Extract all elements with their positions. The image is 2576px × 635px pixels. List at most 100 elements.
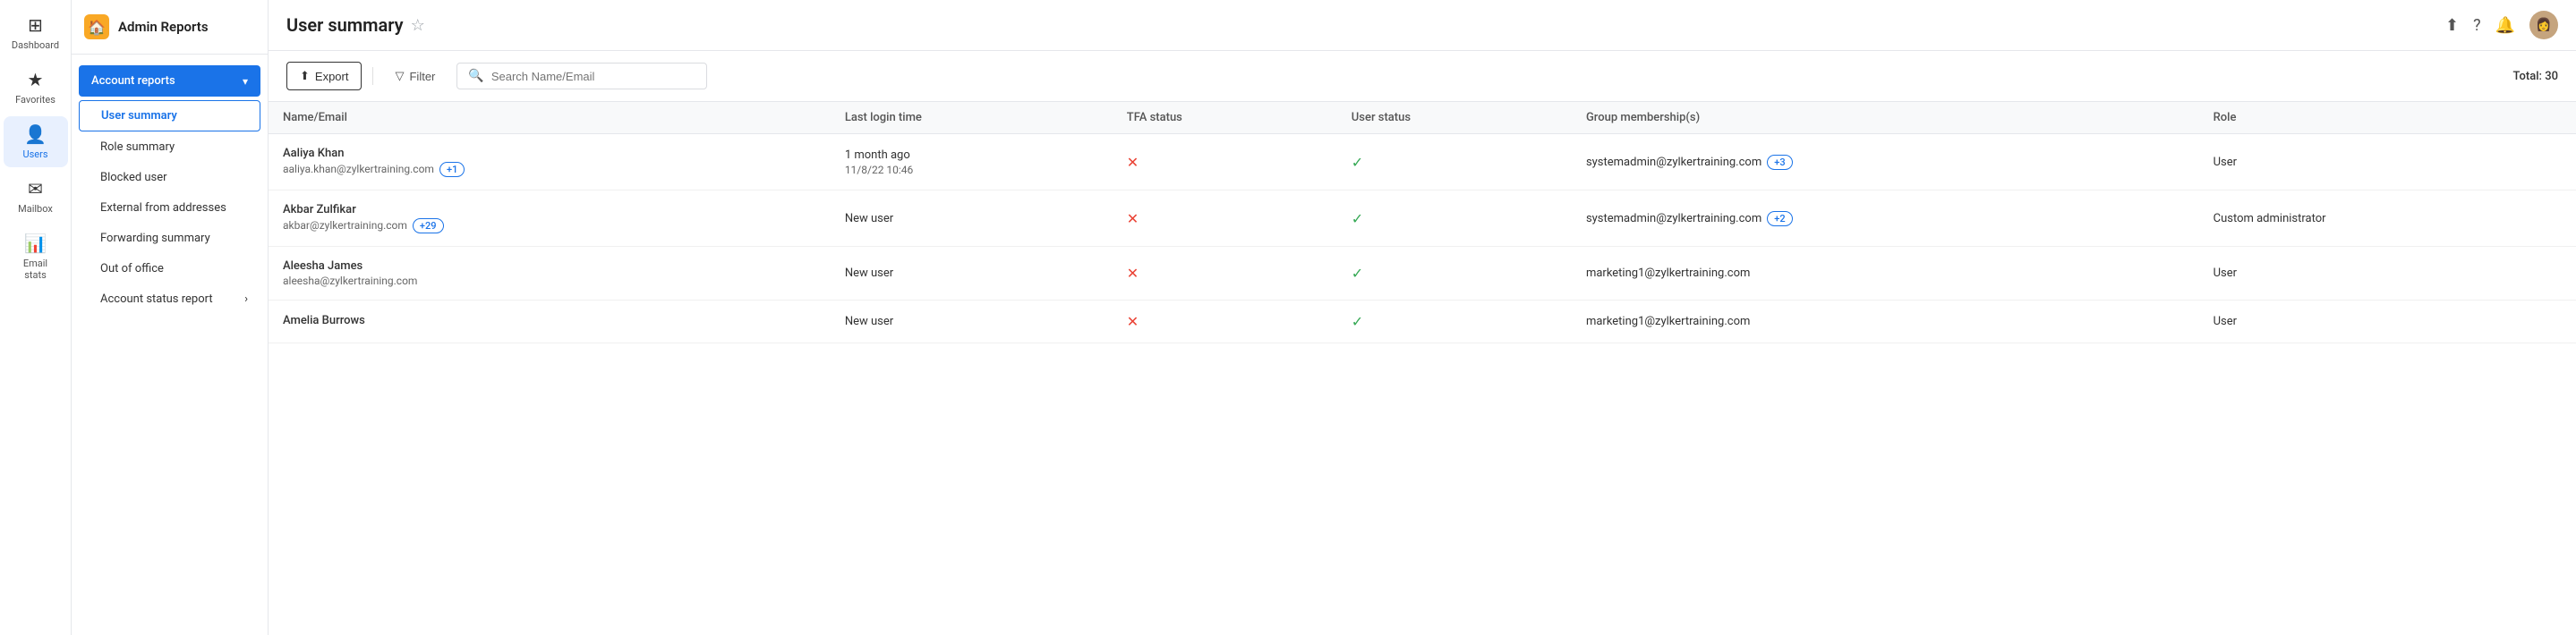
emailstats-label: Email stats <box>14 258 57 281</box>
top-bar-left: User summary ☆ <box>286 14 425 36</box>
search-icon: 🔍 <box>468 69 483 83</box>
table-body: Aaliya Khan aaliya.khan@zylkertraining.c… <box>269 134 2576 343</box>
notifications-icon[interactable]: 🔔 <box>2495 16 2515 35</box>
email-badge[interactable]: +29 <box>413 218 444 233</box>
tfa-cross-icon: ✕ <box>1127 154 1139 171</box>
menu-item-role-summary[interactable]: Role summary <box>79 132 260 162</box>
mailbox-icon: ✉ <box>28 178 43 199</box>
user-name: Aaliya Khan <box>283 147 816 160</box>
export-button[interactable]: ⬆ Export <box>286 62 362 90</box>
group-membership-cell: systemadmin@zylkertraining.com+2 <box>1572 190 2199 247</box>
col-tfa: TFA status <box>1113 102 1337 134</box>
favorites-label: Favorites <box>15 94 55 106</box>
favorite-star-icon[interactable]: ☆ <box>411 16 425 35</box>
group-name: marketing1@zylkertraining.com <box>1586 267 1750 280</box>
user-status-cell: ✓ <box>1337 134 1572 190</box>
account-reports-header[interactable]: Account reports ▾ <box>79 65 260 97</box>
email-badge[interactable]: +1 <box>439 162 465 177</box>
search-input[interactable] <box>491 70 696 83</box>
tfa-status-cell: ✕ <box>1113 301 1337 343</box>
emailstats-icon: 📊 <box>24 233 47 254</box>
user-status-cell: ✓ <box>1337 301 1572 343</box>
toolbar: ⬆ Export ▽ Filter 🔍 Total: 30 <box>269 51 2576 102</box>
account-reports-label: Account reports <box>91 74 175 88</box>
role-cell: User <box>2199 247 2576 301</box>
total-count: Total: 30 <box>2512 70 2558 83</box>
export-icon: ⬆ <box>300 69 310 83</box>
tfa-status-cell: ✕ <box>1113 190 1337 247</box>
user-summary-table: Name/Email Last login time TFA status Us… <box>269 102 2576 343</box>
name-email-cell: Aleesha James aleesha@zylkertraining.com <box>269 247 831 301</box>
name-email-cell: Aaliya Khan aaliya.khan@zylkertraining.c… <box>269 134 831 190</box>
user-name: Akbar Zulfikar <box>283 203 816 216</box>
menu-item-account-status[interactable]: Account status report › <box>79 284 260 314</box>
col-role: Role <box>2199 102 2576 134</box>
login-time: New user <box>845 267 1098 280</box>
group-badge[interactable]: +2 <box>1767 211 1792 226</box>
avatar[interactable]: 👩 <box>2529 11 2558 39</box>
filter-button[interactable]: ▽ Filter <box>384 63 446 89</box>
filter-icon: ▽ <box>395 69 404 83</box>
last-login-cell: 1 month ago11/8/22 10:46 <box>831 134 1113 190</box>
table-row: Aleesha James aleesha@zylkertraining.com… <box>269 247 2576 301</box>
toolbar-divider <box>372 67 373 85</box>
col-group-membership: Group membership(s) <box>1572 102 2199 134</box>
menu-item-forwarding-summary[interactable]: Forwarding summary <box>79 224 260 253</box>
chevron-right-icon: › <box>244 292 248 306</box>
user-status-cell: ✓ <box>1337 247 1572 301</box>
top-bar: User summary ☆ ⬆ ? 🔔 👩 <box>269 0 2576 51</box>
tfa-cross-icon: ✕ <box>1127 313 1139 330</box>
tfa-status-cell: ✕ <box>1113 134 1337 190</box>
user-name: Amelia Burrows <box>283 314 816 327</box>
group-badge[interactable]: +3 <box>1767 155 1792 170</box>
user-email: aleesha@zylkertraining.com <box>283 275 816 287</box>
sidebar-item-dashboard[interactable]: ⊞ Dashboard <box>4 7 68 58</box>
top-bar-right: ⬆ ? 🔔 👩 <box>2445 11 2558 39</box>
app-header: 🏠 Admin Reports <box>72 0 268 55</box>
status-check-icon: ✓ <box>1352 265 1363 282</box>
dashboard-label: Dashboard <box>12 39 59 51</box>
group-name: systemadmin@zylkertraining.com+3 <box>1586 156 1793 169</box>
last-login-cell: New user <box>831 190 1113 247</box>
col-user-status: User status <box>1337 102 1572 134</box>
table-header: Name/Email Last login time TFA status Us… <box>269 102 2576 134</box>
search-box[interactable]: 🔍 <box>456 63 707 89</box>
menu-item-blocked-user[interactable]: Blocked user <box>79 163 260 192</box>
last-login-cell: New user <box>831 247 1113 301</box>
menu-item-external-from[interactable]: External from addresses <box>79 193 260 223</box>
role-cell: Custom administrator <box>2199 190 2576 247</box>
user-email: aaliya.khan@zylkertraining.com+1 <box>283 162 816 177</box>
upload-icon[interactable]: ⬆ <box>2445 16 2459 35</box>
mailbox-label: Mailbox <box>18 203 53 215</box>
help-icon[interactable]: ? <box>2473 16 2481 35</box>
left-navigation: ⊞ Dashboard ★ Favorites 👤 Users ✉ Mailbo… <box>0 0 72 635</box>
group-membership-cell: marketing1@zylkertraining.com <box>1572 247 2199 301</box>
chevron-down-icon: ▾ <box>243 75 248 88</box>
user-name: Aleesha James <box>283 259 816 273</box>
menu-item-user-summary[interactable]: User summary <box>79 100 260 131</box>
menu-item-out-of-office[interactable]: Out of office <box>79 254 260 284</box>
users-label: Users <box>22 148 47 160</box>
sidebar-item-emailstats[interactable]: 📊 Email stats <box>4 225 68 288</box>
second-sidebar: 🏠 Admin Reports Account reports ▾ User s… <box>72 0 269 635</box>
tfa-status-cell: ✕ <box>1113 247 1337 301</box>
page-title: User summary <box>286 14 404 36</box>
users-icon: 👤 <box>24 123 47 145</box>
group-name: systemadmin@zylkertraining.com+2 <box>1586 212 1793 225</box>
sidebar-item-mailbox[interactable]: ✉ Mailbox <box>4 171 68 222</box>
status-check-icon: ✓ <box>1352 154 1363 171</box>
sidebar-item-favorites[interactable]: ★ Favorites <box>4 62 68 113</box>
table-row: Amelia Burrows New user✕✓marketing1@zylk… <box>269 301 2576 343</box>
favorites-icon: ★ <box>28 69 44 90</box>
col-name-email: Name/Email <box>269 102 831 134</box>
group-membership-cell: systemadmin@zylkertraining.com+3 <box>1572 134 2199 190</box>
tfa-cross-icon: ✕ <box>1127 265 1139 282</box>
last-login-cell: New user <box>831 301 1113 343</box>
app-icon: 🏠 <box>84 14 109 39</box>
sidebar-item-users[interactable]: 👤 Users <box>4 116 68 167</box>
login-time: 1 month ago <box>845 148 1098 162</box>
status-check-icon: ✓ <box>1352 210 1363 227</box>
menu-section: Account reports ▾ User summary Role summ… <box>72 55 268 323</box>
status-check-icon: ✓ <box>1352 313 1363 330</box>
name-email-cell: Amelia Burrows <box>269 301 831 343</box>
